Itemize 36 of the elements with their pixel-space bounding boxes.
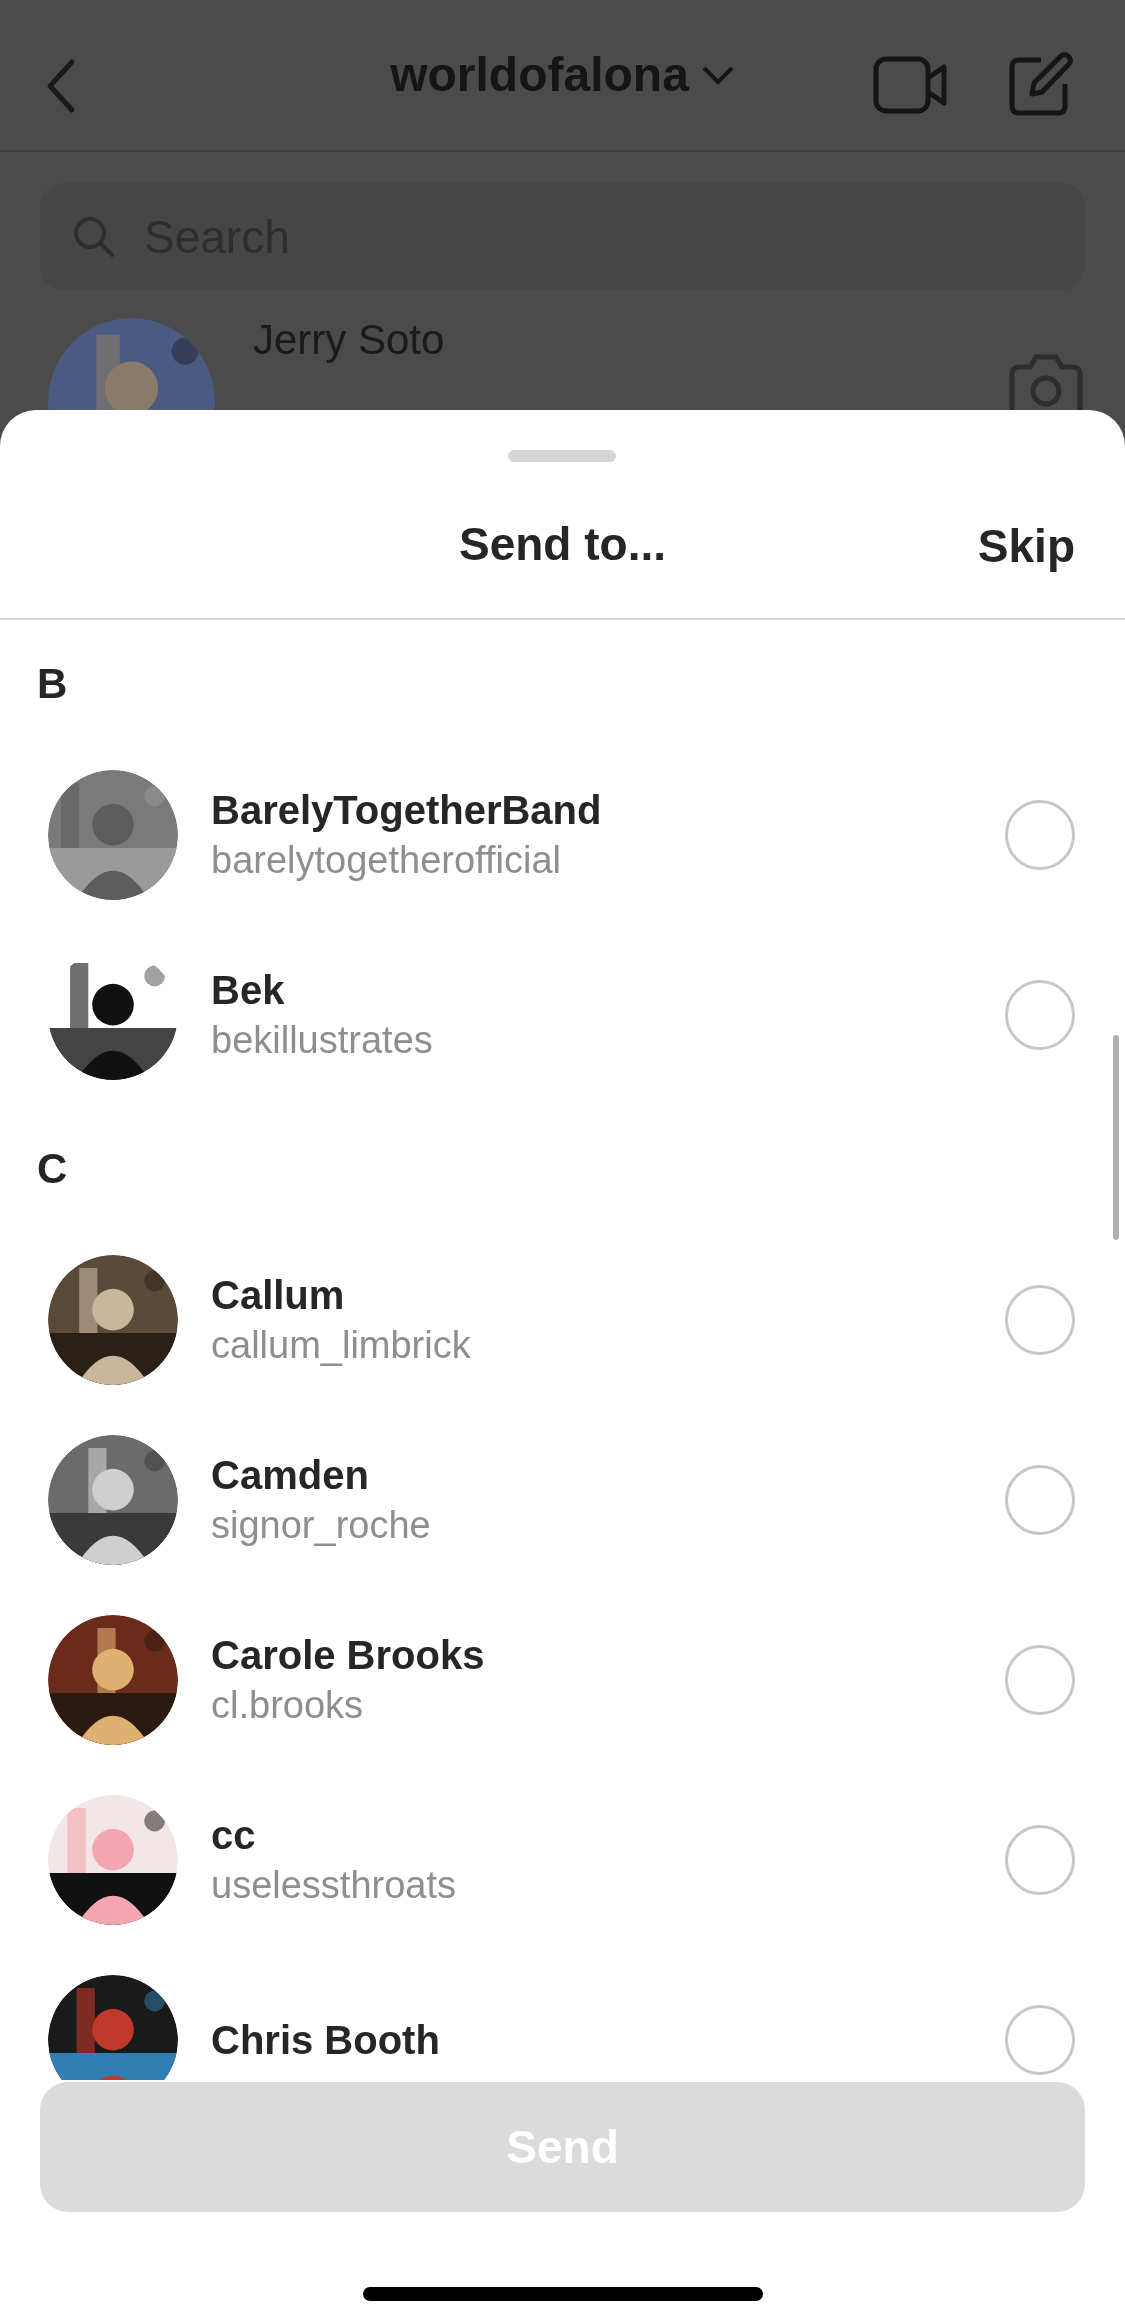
chevron-down-icon [700,65,735,85]
contact-name: Camden [211,1452,370,1499]
search-icon [72,215,116,259]
contact-username: cl.brooks [211,1683,365,1728]
radio-button[interactable] [1005,980,1075,1050]
contact-name: Bek [211,967,286,1014]
camera-icon[interactable] [1008,353,1084,410]
contact-row[interactable]: cc uselessthroats [0,1770,1125,1950]
skip-button[interactable]: Skip [977,512,1075,581]
contact-username: callum_limbrick [211,1323,472,1368]
radio-button[interactable] [1005,800,1075,870]
radio-button[interactable] [1005,2005,1075,2075]
contact-username: signor_roche [211,1503,432,1548]
compose-icon[interactable] [1007,50,1075,118]
section-letter: B [37,660,68,707]
contact-row[interactable]: Bek bekillustrates [0,925,1125,1105]
radio-button[interactable] [1005,1465,1075,1535]
section-letter: C [37,1145,68,1192]
radio-button[interactable] [1005,1285,1075,1355]
sheet-title: Send to... [459,516,666,572]
contact-row[interactable]: Carole Brooks cl.brooks [0,1590,1125,1770]
video-call-icon[interactable] [873,56,947,114]
contact-name: Callum [211,1272,346,1319]
contact-name: cc [211,1812,257,1859]
contact-username: barelytogetherofficial [211,838,562,883]
radio-button[interactable] [1005,1645,1075,1715]
contact-row[interactable]: BarelyTogetherBand barelytogetherofficial [0,745,1125,925]
contact-row[interactable]: Camden signor_roche [0,1410,1125,1590]
contact-name: BarelyTogetherBand [211,787,603,834]
radio-button[interactable] [1005,1825,1075,1895]
contact-name: Carole Brooks [211,1632,486,1679]
contact-row[interactable]: Callum callum_limbrick [0,1230,1125,1410]
drag-handle[interactable] [508,450,616,462]
contact-username: uselessthroats [211,1863,457,1908]
contact-username: bekillustrates [211,1018,434,1063]
contact-name: Chris Booth [211,2017,441,2064]
